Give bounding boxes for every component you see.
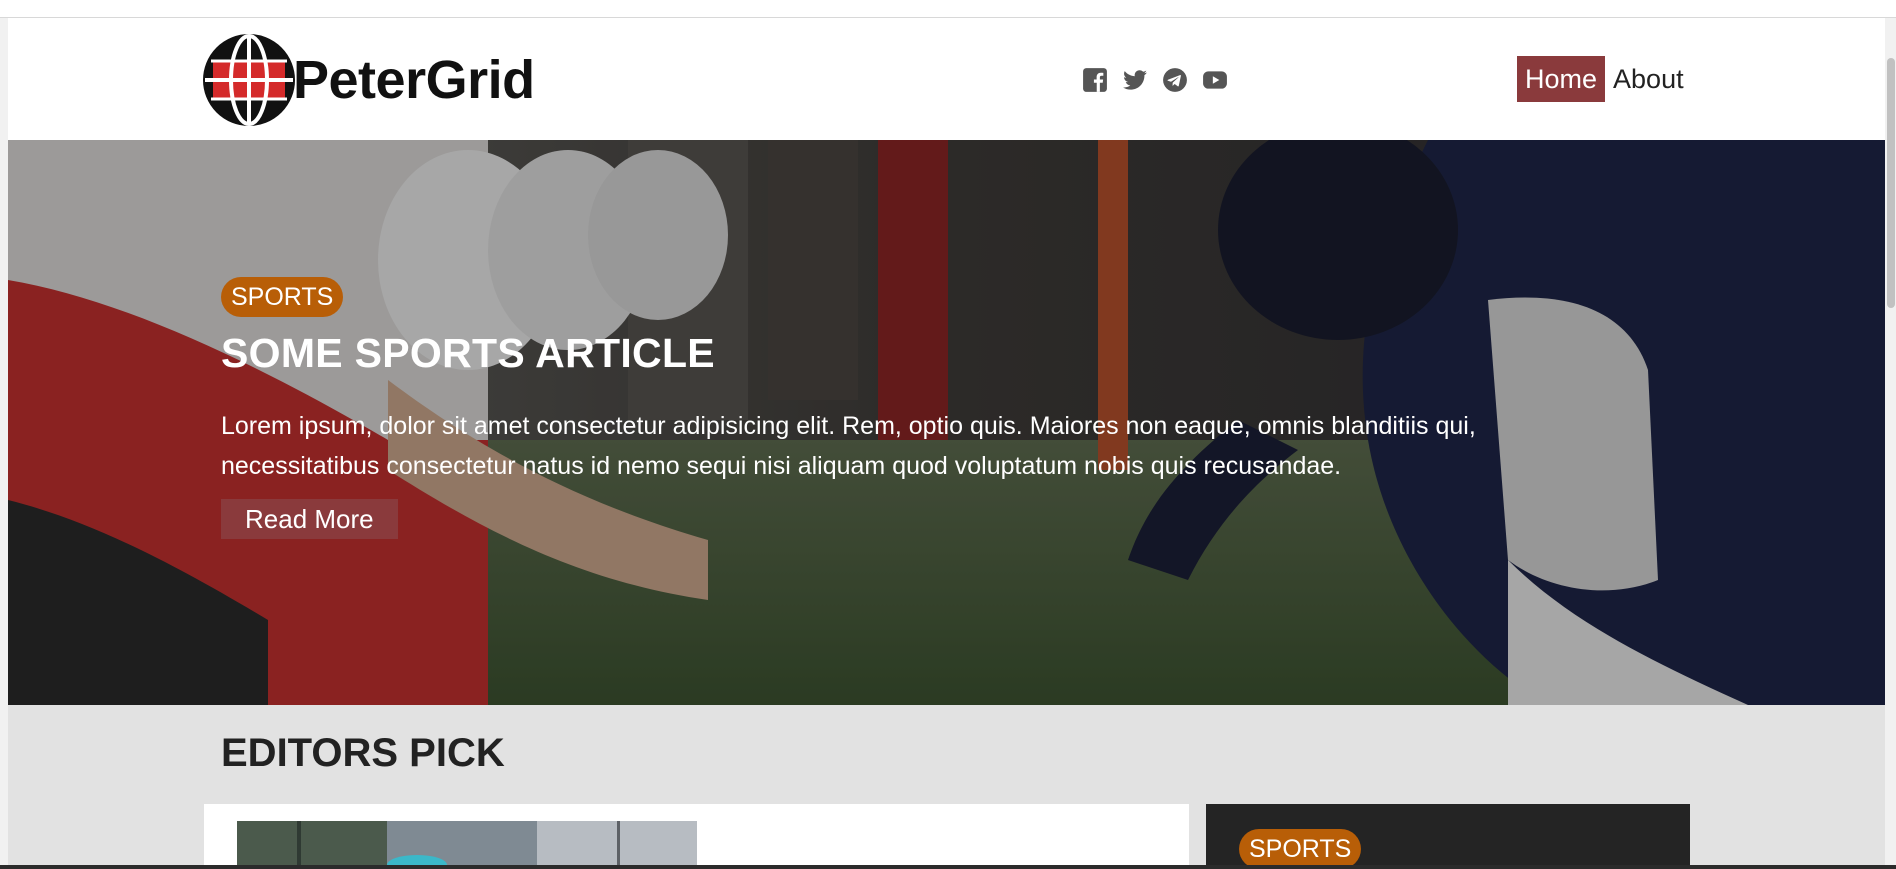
main-nav: Home About — [1517, 56, 1692, 102]
nav-about-link[interactable]: About — [1605, 56, 1692, 102]
read-more-button[interactable]: Read More — [221, 499, 398, 539]
page-scrollbar[interactable] — [1885, 18, 1896, 869]
hero-banner: SPORTS SOME SPORTS ARTICLE Lorem ipsum, … — [8, 140, 1885, 705]
site-logo[interactable]: PeterGrid — [203, 34, 535, 126]
telegram-icon[interactable] — [1161, 66, 1189, 94]
featured-article-card[interactable] — [204, 804, 1189, 869]
globe-logo-icon — [203, 34, 295, 126]
hero-title: SOME SPORTS ARTICLE — [221, 330, 715, 376]
article-thumbnail[interactable] — [237, 821, 697, 869]
site-name: PeterGrid — [293, 50, 535, 110]
nav-home-link[interactable]: Home — [1517, 56, 1606, 102]
social-links — [1081, 66, 1229, 94]
navbar: PeterGrid Home About — [8, 18, 1885, 140]
hero-category-badge[interactable]: SPORTS — [221, 277, 344, 317]
hero-excerpt: Lorem ipsum, dolor sit amet consectetur … — [221, 412, 1476, 480]
side-article-card[interactable]: SPORTS — [1206, 804, 1690, 869]
twitter-icon[interactable] — [1121, 66, 1149, 94]
section-title: EDITORS PICK — [221, 731, 505, 775]
taskbar-edge — [0, 865, 1896, 869]
facebook-icon[interactable] — [1081, 66, 1109, 94]
youtube-icon[interactable] — [1201, 66, 1229, 94]
window-edge — [0, 18, 8, 869]
editors-pick-section: EDITORS PICK SPORTS — [8, 705, 1885, 869]
side-category-badge[interactable]: SPORTS — [1239, 829, 1362, 869]
scrollbar-thumb[interactable] — [1887, 58, 1895, 308]
browser-bookmarks-strip — [0, 0, 1896, 18]
